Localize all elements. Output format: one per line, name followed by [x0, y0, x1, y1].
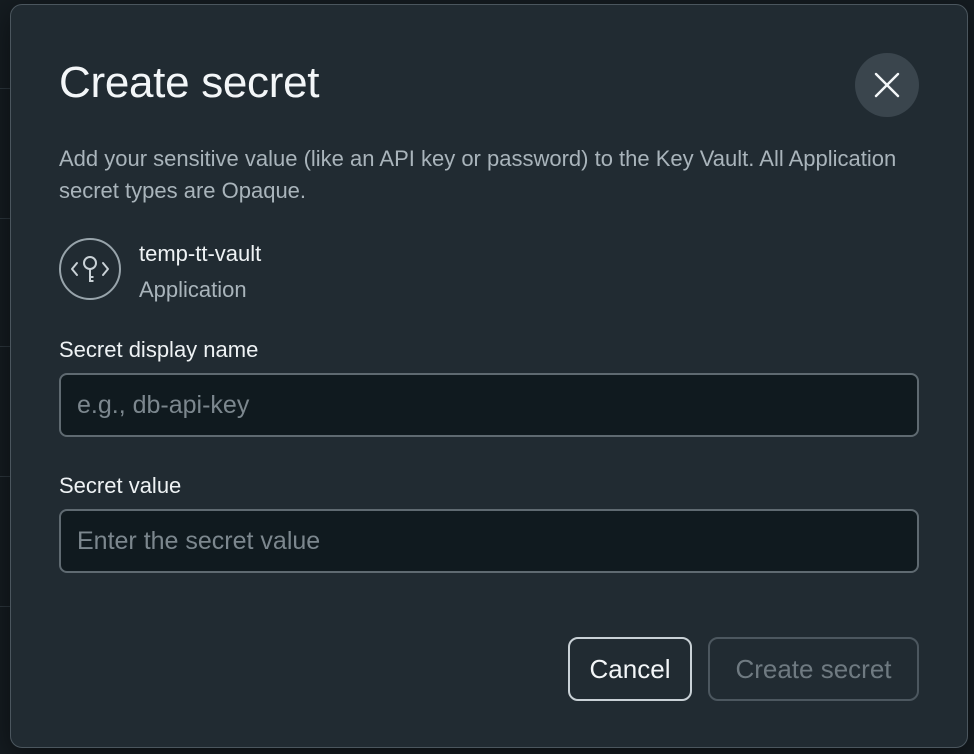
backdrop-divider [0, 476, 10, 477]
backdrop-divider [0, 606, 10, 607]
cancel-button[interactable]: Cancel [568, 637, 692, 701]
backdrop-divider [0, 346, 10, 347]
dialog-description: Add your sensitive value (like an API ke… [59, 146, 897, 203]
backdrop-divider [0, 218, 10, 219]
secret-display-name-label: Secret display name [59, 337, 259, 362]
backdrop-divider [0, 88, 10, 89]
vault-name: temp-tt-vault [139, 241, 262, 266]
secret-value-label: Secret value [59, 473, 182, 498]
secret-display-name-input[interactable] [59, 373, 919, 437]
vault-type: Application [139, 277, 247, 302]
secret-value-input[interactable] [59, 509, 919, 573]
create-secret-button[interactable]: Create secret [708, 637, 919, 701]
key-vault-icon [59, 238, 121, 300]
close-button[interactable] [855, 53, 919, 117]
close-icon [874, 72, 900, 98]
create-secret-dialog: Create secret Add your sensitive value (… [10, 4, 968, 748]
key-icon [71, 256, 109, 282]
dialog-title: Create secret [59, 58, 320, 107]
